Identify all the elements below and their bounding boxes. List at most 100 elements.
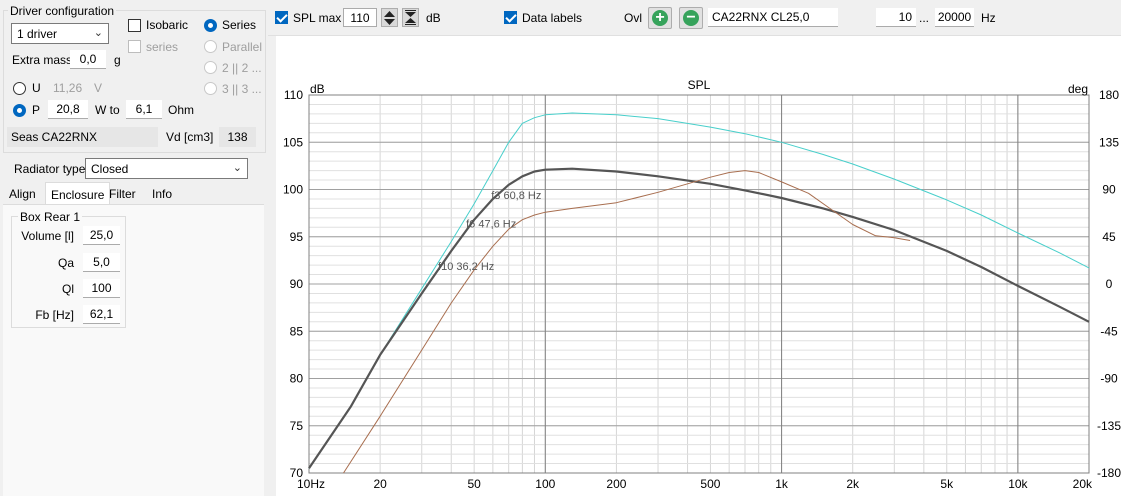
y-tick-label: 105: [283, 135, 303, 149]
tab-filter[interactable]: Filter: [104, 184, 141, 204]
minus-icon: −: [683, 10, 699, 26]
freq-unit: Hz: [981, 11, 996, 25]
spl-chart[interactable]: f3 60,8 Hz f6 47,6 Hz f10 36,2 Hz SPL dB deg 1…: [276, 36, 1121, 496]
data-labels-checkbox[interactable]: [504, 11, 517, 24]
y-right-tick-label: 90: [1102, 183, 1116, 197]
radiator-type-select[interactable]: Closed ⌄: [85, 158, 248, 179]
driver-configuration-title: Driver configuration: [8, 4, 117, 18]
voltage-label: U: [32, 81, 41, 95]
spl-stretch-button[interactable]: [402, 8, 419, 27]
remove-overlay-button[interactable]: −: [679, 7, 703, 29]
volume-label: Volume [l]: [21, 229, 74, 243]
series-sub-checkbox[interactable]: [128, 40, 141, 53]
x-tick-label: 1k: [775, 477, 789, 491]
add-overlay-button[interactable]: +: [648, 7, 672, 29]
y-tick-label: 85: [290, 324, 304, 338]
spl-unit: dB: [426, 11, 441, 25]
x-tick-label: 500: [700, 477, 720, 491]
radiator-type-value: Closed: [91, 162, 129, 176]
series-line-1: [308, 112, 1090, 469]
x-tick-label: 5k: [940, 477, 954, 491]
voltage-radio[interactable]: [13, 82, 26, 95]
chevron-down-icon: ⌄: [232, 162, 242, 174]
spl-max-checkbox[interactable]: [275, 11, 288, 24]
y-tick-label: 75: [290, 419, 304, 433]
fb-label: Fb [Hz]: [35, 308, 74, 322]
data-labels-label: Data labels: [522, 11, 583, 25]
y-right-tick-label: 135: [1099, 135, 1119, 149]
y-right-tick-label: -180: [1097, 466, 1121, 480]
frequency-annotation: f6 47,6 Hz: [466, 218, 516, 230]
option-2x2-radio[interactable]: [204, 61, 217, 74]
y-tick-label: 110: [284, 88, 303, 102]
collapse-arrows-icon: [405, 10, 416, 25]
plus-icon: +: [652, 10, 668, 26]
w-to-label: W to: [95, 103, 120, 117]
updown-arrows-icon: [384, 11, 395, 25]
radiator-type-label: Radiator type: [14, 162, 86, 176]
freq-from-input[interactable]: 10: [876, 8, 916, 27]
extra-mass-input[interactable]: 0,0: [70, 50, 106, 69]
impedance-input[interactable]: 6,1: [126, 100, 162, 119]
volume-input[interactable]: 25,0: [83, 226, 120, 245]
y-right-tick-label: 0: [1106, 277, 1113, 291]
isobaric-label: Isobaric: [146, 18, 189, 32]
x-tick-label: 2k: [846, 477, 860, 491]
ql-label: Ql: [62, 282, 74, 296]
parallel-radio[interactable]: [204, 40, 217, 53]
x-tick-label: 20: [373, 477, 387, 491]
y-tick-label: 100: [283, 183, 303, 197]
frequency-annotation: f3 60,8 Hz: [491, 190, 541, 202]
voltage-unit: V: [94, 81, 103, 95]
tab-enclosure[interactable]: Enclosure: [45, 182, 111, 205]
chart-title: SPL: [688, 78, 711, 92]
chevron-down-icon: ⌄: [93, 27, 103, 39]
tab-info[interactable]: Info: [147, 184, 177, 204]
parallel-label: Parallel: [222, 40, 263, 54]
qa-input[interactable]: 5,0: [83, 253, 120, 272]
spl-max-label: SPL max: [293, 11, 342, 25]
tab-align[interactable]: Align: [4, 184, 41, 204]
qa-label: Qa: [57, 256, 74, 270]
y-right-tick-label: -45: [1100, 324, 1118, 338]
y-right-tick-label: 180: [1099, 88, 1119, 102]
enclosure-tab-body: Box Rear 1 Volume [l] 25,0 Qa 5,0 Ql 100…: [3, 204, 264, 496]
spl-max-input[interactable]: 110: [343, 8, 377, 27]
voltage-value[interactable]: 11,26: [53, 81, 82, 95]
power-label: P: [32, 103, 41, 117]
power-radio[interactable]: [13, 104, 26, 117]
freq-to-input[interactable]: 20000: [935, 8, 974, 27]
chart-toolbar: SPL max 110 dB Data labels Ovl + − CA22R…: [268, 0, 1121, 36]
series-label: Series: [222, 18, 257, 32]
series-sub-label: series: [146, 40, 179, 54]
spl-chart-area: f3 60,8 Hz f6 47,6 Hz f10 36,2 Hz SPL dB deg 1…: [268, 36, 1121, 496]
overlay-label: Ovl: [624, 11, 642, 25]
y-right-tick-label: -90: [1100, 372, 1118, 386]
x-tick-label: 200: [606, 477, 626, 491]
x-tick-label: 100: [535, 477, 555, 491]
extra-mass-unit: g: [114, 53, 121, 67]
option-3x3-label: 3 || 3 ...: [222, 82, 262, 96]
impedance-unit: Ohm: [168, 103, 195, 117]
spl-chart-panel: f3 60,8 Hz f6 47,6 Hz f10 36,2 Hz SPL dB deg 1…: [276, 36, 1121, 496]
x-tick-label: 10k: [1008, 477, 1028, 491]
y-left-unit-label: dB: [310, 82, 325, 96]
ql-input[interactable]: 100: [83, 279, 120, 298]
y-right-tick-label: -135: [1097, 419, 1121, 433]
drivers-count-select[interactable]: 1 driver ⌄: [11, 23, 109, 44]
power-input[interactable]: 20,8: [48, 100, 88, 119]
series-line-2: [308, 167, 1090, 469]
freq-separator: ...: [919, 11, 930, 25]
overlay-name-input[interactable]: CA22RNX CL25,0: [708, 8, 838, 27]
fb-input[interactable]: 62,1: [83, 305, 120, 324]
frequency-annotation: f10 36,2 Hz: [438, 261, 494, 273]
spl-spin-button[interactable]: [381, 8, 398, 27]
isobaric-checkbox[interactable]: [128, 19, 141, 32]
series-radio[interactable]: [204, 19, 217, 32]
option-2x2-label: 2 || 2 ...: [222, 61, 262, 75]
box-rear-title: Box Rear 1: [18, 210, 83, 224]
y-tick-label: 95: [290, 230, 304, 244]
vd-label: Vd [cm3]: [166, 130, 214, 144]
option-3x3-radio[interactable]: [204, 82, 217, 95]
left-panel: Driver configuration 1 driver ⌄ Isobaric…: [0, 0, 267, 496]
